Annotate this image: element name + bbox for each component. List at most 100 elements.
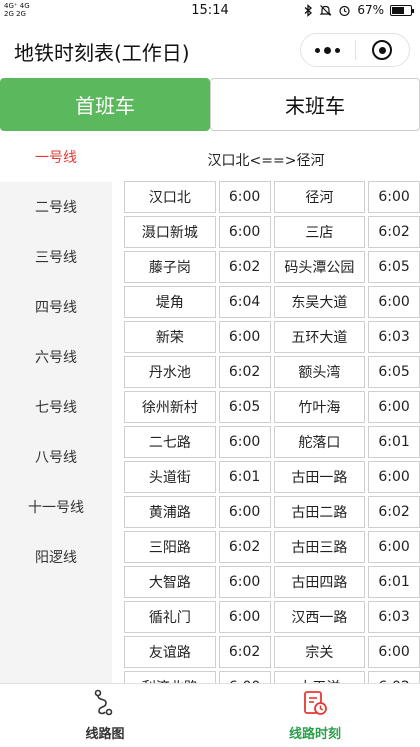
tab-last-train[interactable]: 末班车 bbox=[210, 78, 420, 131]
time-cell: 6:00 bbox=[218, 321, 271, 353]
time-cell: 6:00 bbox=[368, 461, 420, 493]
time-cell: 6:02 bbox=[218, 356, 271, 388]
time-cell: 6:02 bbox=[368, 496, 420, 528]
table-row: 循礼门 6:00 汉西一路 6:03 bbox=[124, 598, 420, 633]
table-row: 利济北路6:00太平洋6:02 bbox=[124, 668, 420, 683]
table-row: 滠口新城 6:00 三店 6:02 bbox=[124, 213, 420, 248]
time-cell: 6:01 bbox=[218, 461, 271, 493]
table-row: 藤子岗 6:02 码头潭公园 6:05 bbox=[124, 248, 420, 283]
sidebar-item-line-1[interactable]: 一号线 bbox=[0, 131, 112, 182]
station-cell: 丹水池 bbox=[124, 356, 216, 388]
more-dot-icon bbox=[315, 47, 321, 53]
station-cell: 太平洋 bbox=[273, 671, 366, 683]
close-button[interactable] bbox=[355, 40, 409, 60]
time-cell: 6:01 bbox=[368, 426, 420, 458]
battery-percent: 67% bbox=[357, 3, 384, 17]
time-cell: 6:00 bbox=[368, 391, 420, 423]
tab-first-train[interactable]: 首班车 bbox=[0, 78, 210, 131]
table-row: 丹水池 6:02 额头湾 6:05 bbox=[124, 353, 420, 388]
station-cell: 堤角 bbox=[124, 286, 216, 318]
time-cell: 6:00 bbox=[218, 566, 271, 598]
more-dot-icon bbox=[324, 46, 332, 54]
time-cell: 6:00 bbox=[368, 286, 420, 318]
time-cell: 6:02 bbox=[218, 531, 271, 563]
station-cell: 利济北路 bbox=[124, 671, 216, 683]
table-row: 头道街 6:01 古田一路 6:00 bbox=[124, 458, 420, 493]
station-cell: 藤子岗 bbox=[124, 251, 216, 283]
timetable-icon bbox=[304, 691, 327, 715]
station-cell: 循礼门 bbox=[124, 601, 216, 633]
station-cell: 徐州新村 bbox=[124, 391, 216, 423]
table-row: 友谊路 6:02 宗关 6:00 bbox=[124, 633, 420, 668]
station-cell: 五环大道 bbox=[273, 321, 366, 353]
battery-icon bbox=[390, 4, 414, 16]
table-row: 新荣 6:00 五环大道 6:03 bbox=[124, 318, 420, 353]
time-cell: 6:00 bbox=[368, 181, 420, 213]
line-sidebar: 一号线 二号线 三号线 四号线 六号线 七号线 八号线 十一号线 阳逻线 bbox=[0, 131, 112, 683]
time-cell: 6:03 bbox=[368, 321, 420, 353]
table-row: 二七路 6:00 舵落口 6:01 bbox=[124, 423, 420, 458]
bottom-tab-timetable[interactable]: 线路时刻 bbox=[210, 684, 420, 747]
time-cell: 6:00 bbox=[218, 671, 271, 683]
sidebar-item-line-4[interactable]: 四号线 bbox=[0, 282, 112, 332]
station-cell: 新荣 bbox=[124, 321, 216, 353]
sidebar-item-yangluo-line[interactable]: 阳逻线 bbox=[0, 532, 112, 582]
table-row: 徐州新村 6:05 竹叶海 6:00 bbox=[124, 388, 420, 423]
direction-label: 汉口北<==>径河 bbox=[207, 153, 325, 169]
time-cell: 6:00 bbox=[368, 531, 420, 563]
bottom-tab-label: 线路时刻 bbox=[288, 727, 341, 742]
timetable-panel[interactable]: 汉口北<==>径河 汉口北 6:00 径河 6:00 滠口新城 6:00 三店 6:02 藤子岗… bbox=[112, 131, 420, 683]
route-map-icon bbox=[94, 689, 113, 716]
station-cell: 黄浦路 bbox=[124, 496, 216, 528]
schedule-tabs: 首班车 末班车 bbox=[0, 78, 420, 131]
battery-fill bbox=[392, 6, 404, 14]
station-cell: 竹叶海 bbox=[273, 391, 366, 423]
sidebar-item-line-3[interactable]: 三号线 bbox=[0, 232, 112, 282]
station-cell: 古田四路 bbox=[273, 566, 366, 598]
table-row: 汉口北 6:00 径河 6:00 bbox=[124, 178, 420, 213]
bottom-tab-bar: 线路图 线路时刻 bbox=[0, 683, 420, 747]
page-title: 地铁时刻表(工作日) bbox=[14, 41, 190, 65]
station-cell: 宗关 bbox=[273, 636, 366, 668]
time-cell: 6:00 bbox=[218, 496, 271, 528]
time-cell: 6:05 bbox=[368, 251, 420, 283]
time-cell: 6:05 bbox=[368, 356, 420, 388]
table-row: 黄浦路 6:00 古田二路 6:02 bbox=[124, 493, 420, 528]
time-cell: 6:02 bbox=[218, 251, 271, 283]
nav-bar: 地铁时刻表(工作日) bbox=[0, 22, 420, 78]
close-target-icon bbox=[372, 40, 393, 60]
time-cell: 6:02 bbox=[368, 216, 420, 248]
station-cell: 舵落口 bbox=[273, 426, 366, 458]
station-cell: 二七路 bbox=[124, 426, 216, 458]
time-cell: 6:05 bbox=[218, 391, 271, 423]
time-cell: 6:00 bbox=[218, 181, 271, 213]
time-cell: 6:00 bbox=[218, 216, 271, 248]
time-cell: 6:02 bbox=[368, 671, 420, 683]
sidebar-item-line-6[interactable]: 六号线 bbox=[0, 332, 112, 382]
time-cell: 6:00 bbox=[218, 426, 271, 458]
table-row: 三阳路 6:02 古田三路 6:00 bbox=[124, 528, 420, 563]
station-cell: 友谊路 bbox=[124, 636, 216, 668]
station-cell: 古田二路 bbox=[273, 496, 366, 528]
mini-program-capsule bbox=[300, 33, 410, 67]
sidebar-item-line-11[interactable]: 十一号线 bbox=[0, 482, 112, 532]
bluetooth-icon bbox=[304, 3, 313, 17]
station-cell: 径河 bbox=[273, 181, 366, 213]
status-right: 67% bbox=[304, 3, 414, 17]
time-cell: 6:03 bbox=[368, 601, 420, 633]
station-cell: 额头湾 bbox=[273, 356, 366, 388]
station-cell: 三阳路 bbox=[124, 531, 216, 563]
timetable-table: 汉口北 6:00 径河 6:00 滠口新城 6:00 三店 6:02 藤子岗 6:02 码头潭公园 6… bbox=[124, 178, 420, 683]
sidebar-item-line-7[interactable]: 七号线 bbox=[0, 382, 112, 432]
bottom-tab-route-map[interactable]: 线路图 bbox=[0, 684, 210, 747]
station-cell: 头道街 bbox=[124, 461, 216, 493]
station-cell: 汉西一路 bbox=[273, 601, 366, 633]
station-cell: 汉口北 bbox=[124, 181, 216, 213]
sidebar-item-line-2[interactable]: 二号线 bbox=[0, 182, 112, 232]
more-dot-icon bbox=[335, 47, 341, 53]
mute-bell-icon bbox=[319, 4, 332, 16]
time-cell: 6:02 bbox=[218, 636, 271, 668]
sidebar-item-line-8[interactable]: 八号线 bbox=[0, 432, 112, 482]
station-cell: 码头潭公园 bbox=[273, 251, 366, 283]
more-options-button[interactable] bbox=[301, 46, 355, 54]
